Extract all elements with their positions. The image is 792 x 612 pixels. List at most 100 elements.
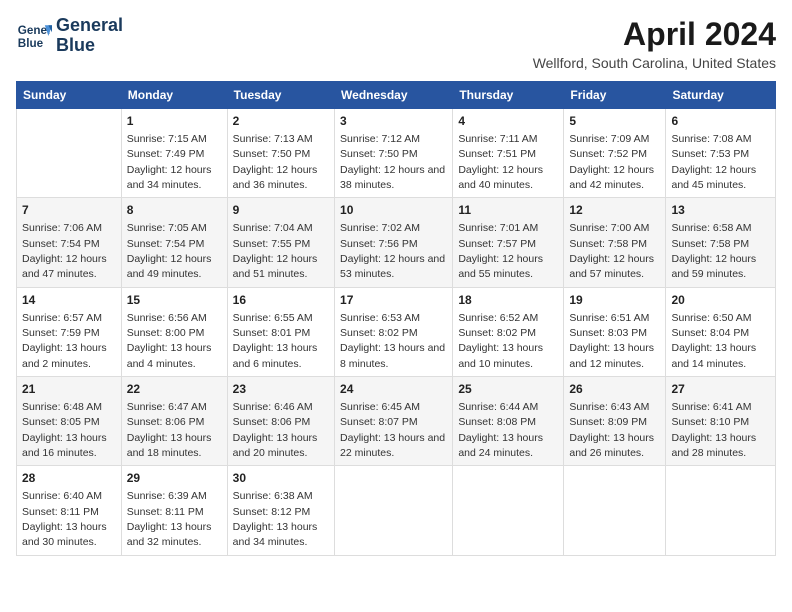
daylight-text: Daylight: 13 hours and 22 minutes. — [340, 432, 445, 459]
day-cell: 10 Sunrise: 7:02 AM Sunset: 7:56 PM Dayl… — [335, 198, 453, 287]
day-cell: 20 Sunrise: 6:50 AM Sunset: 8:04 PM Dayl… — [666, 287, 776, 376]
day-cell: 8 Sunrise: 7:05 AM Sunset: 7:54 PM Dayli… — [121, 198, 227, 287]
daylight-text: Daylight: 12 hours and 53 minutes. — [340, 253, 445, 280]
col-header-wednesday: Wednesday — [335, 82, 453, 109]
sunrise-text: Sunrise: 6:57 AM — [22, 312, 102, 324]
daylight-text: Daylight: 12 hours and 38 minutes. — [340, 164, 445, 191]
day-cell: 6 Sunrise: 7:08 AM Sunset: 7:53 PM Dayli… — [666, 109, 776, 198]
title-block: April 2024 Wellford, South Carolina, Uni… — [533, 16, 776, 71]
week-row-4: 21 Sunrise: 6:48 AM Sunset: 8:05 PM Dayl… — [17, 377, 776, 466]
day-cell: 3 Sunrise: 7:12 AM Sunset: 7:50 PM Dayli… — [335, 109, 453, 198]
day-number: 10 — [340, 202, 447, 219]
sunrise-text: Sunrise: 7:08 AM — [671, 133, 751, 145]
daylight-text: Daylight: 12 hours and 47 minutes. — [22, 253, 107, 280]
sunrise-text: Sunrise: 7:12 AM — [340, 133, 420, 145]
sunrise-text: Sunrise: 6:53 AM — [340, 312, 420, 324]
daylight-text: Daylight: 12 hours and 51 minutes. — [233, 253, 318, 280]
sunrise-text: Sunrise: 6:45 AM — [340, 401, 420, 413]
daylight-text: Daylight: 13 hours and 4 minutes. — [127, 342, 212, 369]
sunrise-text: Sunrise: 6:44 AM — [458, 401, 538, 413]
day-number: 28 — [22, 470, 116, 487]
day-number: 12 — [569, 202, 660, 219]
sunset-text: Sunset: 8:08 PM — [458, 416, 536, 428]
daylight-text: Daylight: 13 hours and 12 minutes. — [569, 342, 654, 369]
logo-text-general: General — [56, 16, 123, 36]
daylight-text: Daylight: 13 hours and 6 minutes. — [233, 342, 318, 369]
sunset-text: Sunset: 7:52 PM — [569, 148, 647, 160]
day-cell: 7 Sunrise: 7:06 AM Sunset: 7:54 PM Dayli… — [17, 198, 122, 287]
sunset-text: Sunset: 8:07 PM — [340, 416, 418, 428]
week-row-2: 7 Sunrise: 7:06 AM Sunset: 7:54 PM Dayli… — [17, 198, 776, 287]
day-number: 3 — [340, 113, 447, 130]
day-cell: 28 Sunrise: 6:40 AM Sunset: 8:11 PM Dayl… — [17, 466, 122, 555]
logo-icon: General Blue — [16, 18, 52, 54]
sunrise-text: Sunrise: 7:04 AM — [233, 222, 313, 234]
day-number: 13 — [671, 202, 770, 219]
day-cell: 21 Sunrise: 6:48 AM Sunset: 8:05 PM Dayl… — [17, 377, 122, 466]
day-number: 30 — [233, 470, 329, 487]
daylight-text: Daylight: 12 hours and 59 minutes. — [671, 253, 756, 280]
day-cell: 19 Sunrise: 6:51 AM Sunset: 8:03 PM Dayl… — [564, 287, 666, 376]
daylight-text: Daylight: 13 hours and 10 minutes. — [458, 342, 543, 369]
sunset-text: Sunset: 7:51 PM — [458, 148, 536, 160]
sunrise-text: Sunrise: 7:15 AM — [127, 133, 207, 145]
daylight-text: Daylight: 12 hours and 57 minutes. — [569, 253, 654, 280]
sunset-text: Sunset: 8:10 PM — [671, 416, 749, 428]
sunrise-text: Sunrise: 7:02 AM — [340, 222, 420, 234]
main-title: April 2024 — [533, 16, 776, 53]
day-number: 22 — [127, 381, 222, 398]
sunset-text: Sunset: 8:04 PM — [671, 327, 749, 339]
day-number: 16 — [233, 292, 329, 309]
day-cell: 26 Sunrise: 6:43 AM Sunset: 8:09 PM Dayl… — [564, 377, 666, 466]
day-number: 25 — [458, 381, 558, 398]
col-header-sunday: Sunday — [17, 82, 122, 109]
day-number: 4 — [458, 113, 558, 130]
col-header-tuesday: Tuesday — [227, 82, 334, 109]
sunset-text: Sunset: 7:59 PM — [22, 327, 100, 339]
header-row: SundayMondayTuesdayWednesdayThursdayFrid… — [17, 82, 776, 109]
sunset-text: Sunset: 8:11 PM — [22, 506, 99, 518]
day-number: 6 — [671, 113, 770, 130]
sunset-text: Sunset: 7:54 PM — [127, 238, 205, 250]
col-header-saturday: Saturday — [666, 82, 776, 109]
day-cell: 11 Sunrise: 7:01 AM Sunset: 7:57 PM Dayl… — [453, 198, 564, 287]
page-header: General Blue General Blue April 2024 Wel… — [16, 16, 776, 71]
day-cell: 4 Sunrise: 7:11 AM Sunset: 7:51 PM Dayli… — [453, 109, 564, 198]
sunrise-text: Sunrise: 7:05 AM — [127, 222, 207, 234]
day-cell — [564, 466, 666, 555]
sunrise-text: Sunrise: 7:01 AM — [458, 222, 538, 234]
day-cell: 23 Sunrise: 6:46 AM Sunset: 8:06 PM Dayl… — [227, 377, 334, 466]
sunset-text: Sunset: 7:56 PM — [340, 238, 418, 250]
day-cell: 17 Sunrise: 6:53 AM Sunset: 8:02 PM Dayl… — [335, 287, 453, 376]
day-cell: 29 Sunrise: 6:39 AM Sunset: 8:11 PM Dayl… — [121, 466, 227, 555]
day-number: 2 — [233, 113, 329, 130]
week-row-3: 14 Sunrise: 6:57 AM Sunset: 7:59 PM Dayl… — [17, 287, 776, 376]
sunrise-text: Sunrise: 6:58 AM — [671, 222, 751, 234]
sunset-text: Sunset: 8:02 PM — [458, 327, 536, 339]
daylight-text: Daylight: 12 hours and 36 minutes. — [233, 164, 318, 191]
daylight-text: Daylight: 12 hours and 42 minutes. — [569, 164, 654, 191]
daylight-text: Daylight: 13 hours and 30 minutes. — [22, 521, 107, 548]
day-number: 21 — [22, 381, 116, 398]
day-cell — [335, 466, 453, 555]
sunset-text: Sunset: 8:00 PM — [127, 327, 205, 339]
day-number: 29 — [127, 470, 222, 487]
day-number: 5 — [569, 113, 660, 130]
daylight-text: Daylight: 13 hours and 32 minutes. — [127, 521, 212, 548]
day-cell: 16 Sunrise: 6:55 AM Sunset: 8:01 PM Dayl… — [227, 287, 334, 376]
daylight-text: Daylight: 13 hours and 20 minutes. — [233, 432, 318, 459]
day-cell: 13 Sunrise: 6:58 AM Sunset: 7:58 PM Dayl… — [666, 198, 776, 287]
day-cell: 14 Sunrise: 6:57 AM Sunset: 7:59 PM Dayl… — [17, 287, 122, 376]
daylight-text: Daylight: 12 hours and 45 minutes. — [671, 164, 756, 191]
calendar-table: SundayMondayTuesdayWednesdayThursdayFrid… — [16, 81, 776, 556]
sunset-text: Sunset: 8:06 PM — [127, 416, 205, 428]
day-cell — [17, 109, 122, 198]
day-cell: 25 Sunrise: 6:44 AM Sunset: 8:08 PM Dayl… — [453, 377, 564, 466]
sunrise-text: Sunrise: 7:06 AM — [22, 222, 102, 234]
daylight-text: Daylight: 12 hours and 40 minutes. — [458, 164, 543, 191]
day-cell — [453, 466, 564, 555]
sunrise-text: Sunrise: 6:51 AM — [569, 312, 649, 324]
sunrise-text: Sunrise: 6:48 AM — [22, 401, 102, 413]
col-header-monday: Monday — [121, 82, 227, 109]
sunset-text: Sunset: 7:54 PM — [22, 238, 100, 250]
